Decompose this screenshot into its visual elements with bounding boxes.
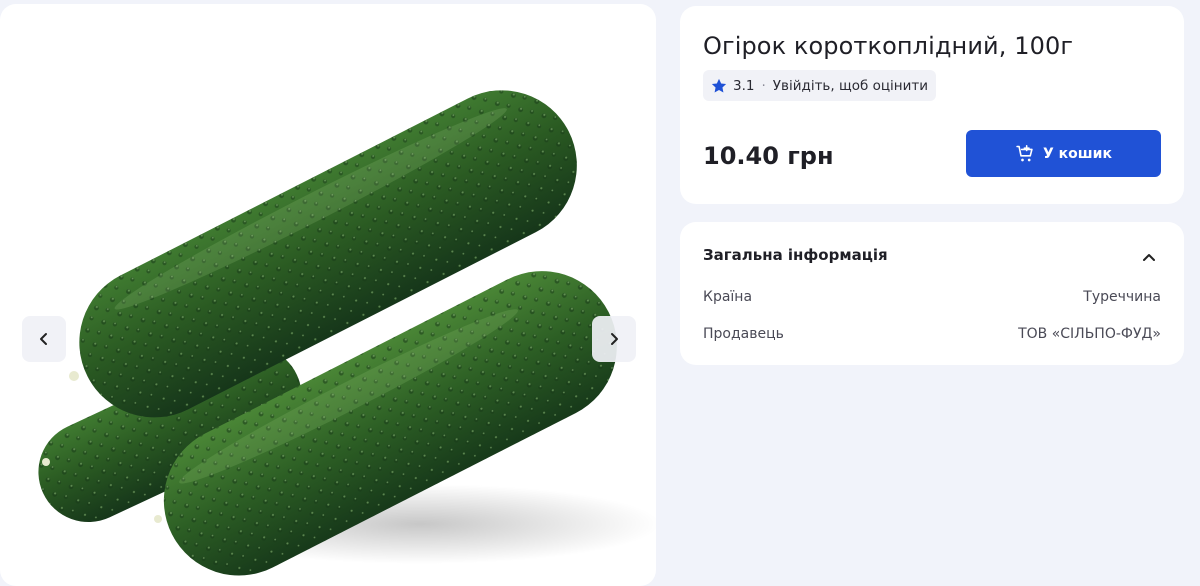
product-page: Огірок короткоплідний, 100г 3.1 · Увійді… (0, 0, 1200, 586)
info-value: Туреччина (1083, 289, 1161, 305)
general-info-title[interactable]: Загальна інформація (703, 246, 888, 264)
product-image (38, 90, 656, 576)
rating-separator: · (761, 77, 766, 94)
info-value: ТОВ «СІЛЬПО-ФУД» (1018, 326, 1161, 342)
product-price: 10.40 грн (703, 142, 834, 170)
chevron-right-icon (611, 333, 618, 345)
info-label: Країна (703, 289, 753, 305)
general-info-card: Загальна інформація Країна Туреччина Про… (680, 222, 1184, 365)
collapse-toggle[interactable] (1138, 246, 1160, 268)
info-row-country: Країна Туреччина (703, 289, 1161, 305)
chevron-left-icon (40, 333, 47, 345)
cart-plus-icon (1016, 144, 1033, 161)
info-row-seller: Продавець ТОВ «СІЛЬПО-ФУД» (703, 326, 1161, 342)
info-label: Продавець (703, 326, 784, 342)
add-to-cart-label: У кошик (1043, 145, 1112, 162)
gallery-prev-button[interactable] (22, 316, 66, 362)
star-icon (711, 78, 727, 92)
gallery-next-button[interactable] (592, 316, 636, 362)
rating-chip[interactable]: 3.1 · Увійдіть, щоб оцінити (703, 70, 937, 101)
rating-value: 3.1 (733, 77, 755, 94)
chevron-up-icon (1143, 254, 1155, 261)
add-to-cart-button[interactable]: У кошик (966, 130, 1161, 177)
product-title: Огірок короткоплідний, 100г (703, 32, 1074, 60)
product-gallery (0, 4, 656, 586)
rate-login-link[interactable]: Увійдіть, щоб оцінити (773, 78, 928, 94)
product-summary-card: Огірок короткоплідний, 100г 3.1 · Увійді… (680, 6, 1184, 204)
